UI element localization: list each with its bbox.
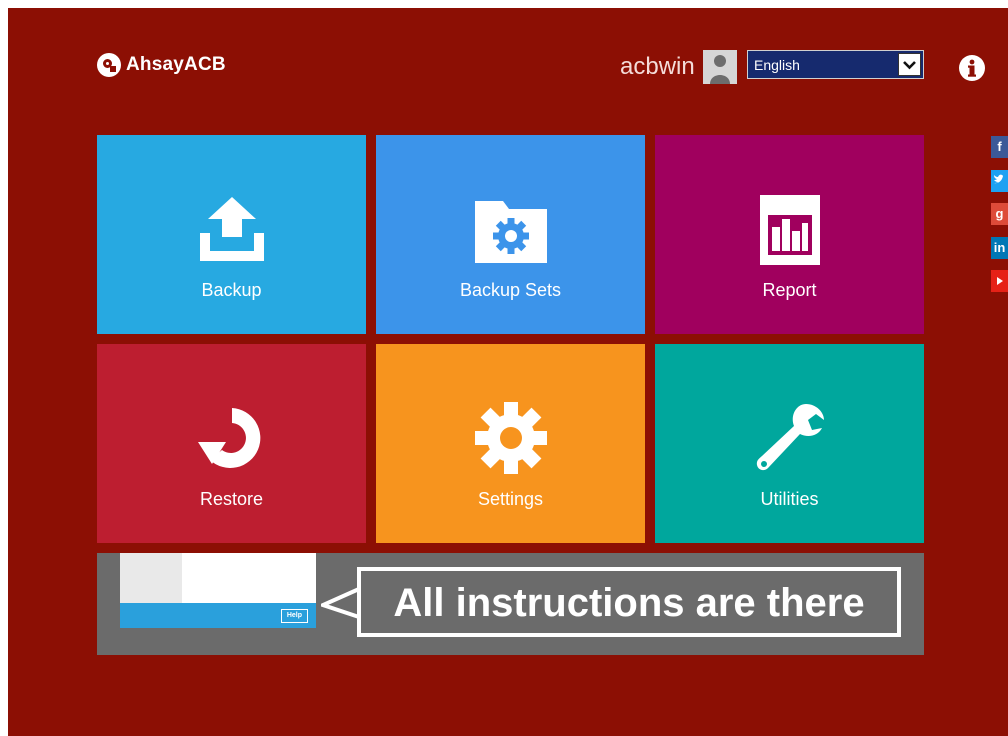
twitter-icon[interactable] <box>991 170 1008 192</box>
logo-text: AhsayACB <box>126 54 226 75</box>
help-banner[interactable]: Help All instructions are there <box>97 553 924 655</box>
utilities-tile[interactable]: Utilities <box>655 344 924 543</box>
backup-tile[interactable]: Backup <box>97 135 366 334</box>
facebook-icon[interactable]: f <box>991 136 1008 158</box>
username: acbwin <box>620 53 695 80</box>
linkedin-icon[interactable]: in <box>991 237 1008 259</box>
language-value: English <box>754 57 800 73</box>
report-tile[interactable]: Report <box>655 135 924 334</box>
user-avatar-icon[interactable] <box>703 50 737 84</box>
app-logo: AhsayACB <box>97 53 226 77</box>
banner-text: All instructions are there <box>393 581 865 625</box>
settings-tile[interactable]: Settings <box>376 344 645 543</box>
logo-icon <box>97 53 121 77</box>
language-select[interactable]: English <box>747 50 924 79</box>
backup-sets-tile[interactable]: Backup Sets <box>376 135 645 334</box>
bar-chart-icon <box>754 193 826 270</box>
tile-label: Report <box>762 280 817 300</box>
google-plus-icon[interactable]: g <box>991 203 1008 225</box>
app-window: AhsayACB acbwin English f g in Backup Ba… <box>8 8 1008 736</box>
folder-gear-icon <box>474 193 547 270</box>
help-screenshot-mockup: Help <box>120 553 316 628</box>
youtube-icon[interactable] <box>991 270 1008 292</box>
tile-label: Backup <box>201 280 262 300</box>
restore-icon <box>196 402 268 479</box>
callout-arrow-icon <box>321 587 360 619</box>
callout-box: All instructions are there <box>357 567 901 637</box>
restore-tile[interactable]: Restore <box>97 344 366 543</box>
wrench-icon <box>754 402 826 479</box>
tile-label: Backup Sets <box>459 280 562 300</box>
help-label: Help <box>280 609 308 623</box>
info-icon[interactable] <box>959 55 985 86</box>
chevron-down-icon[interactable] <box>898 53 921 76</box>
tile-label: Restore <box>199 489 264 509</box>
gear-icon <box>474 402 547 479</box>
tile-label: Settings <box>477 489 544 509</box>
tile-label: Utilities <box>760 489 819 509</box>
upload-icon <box>196 193 268 270</box>
